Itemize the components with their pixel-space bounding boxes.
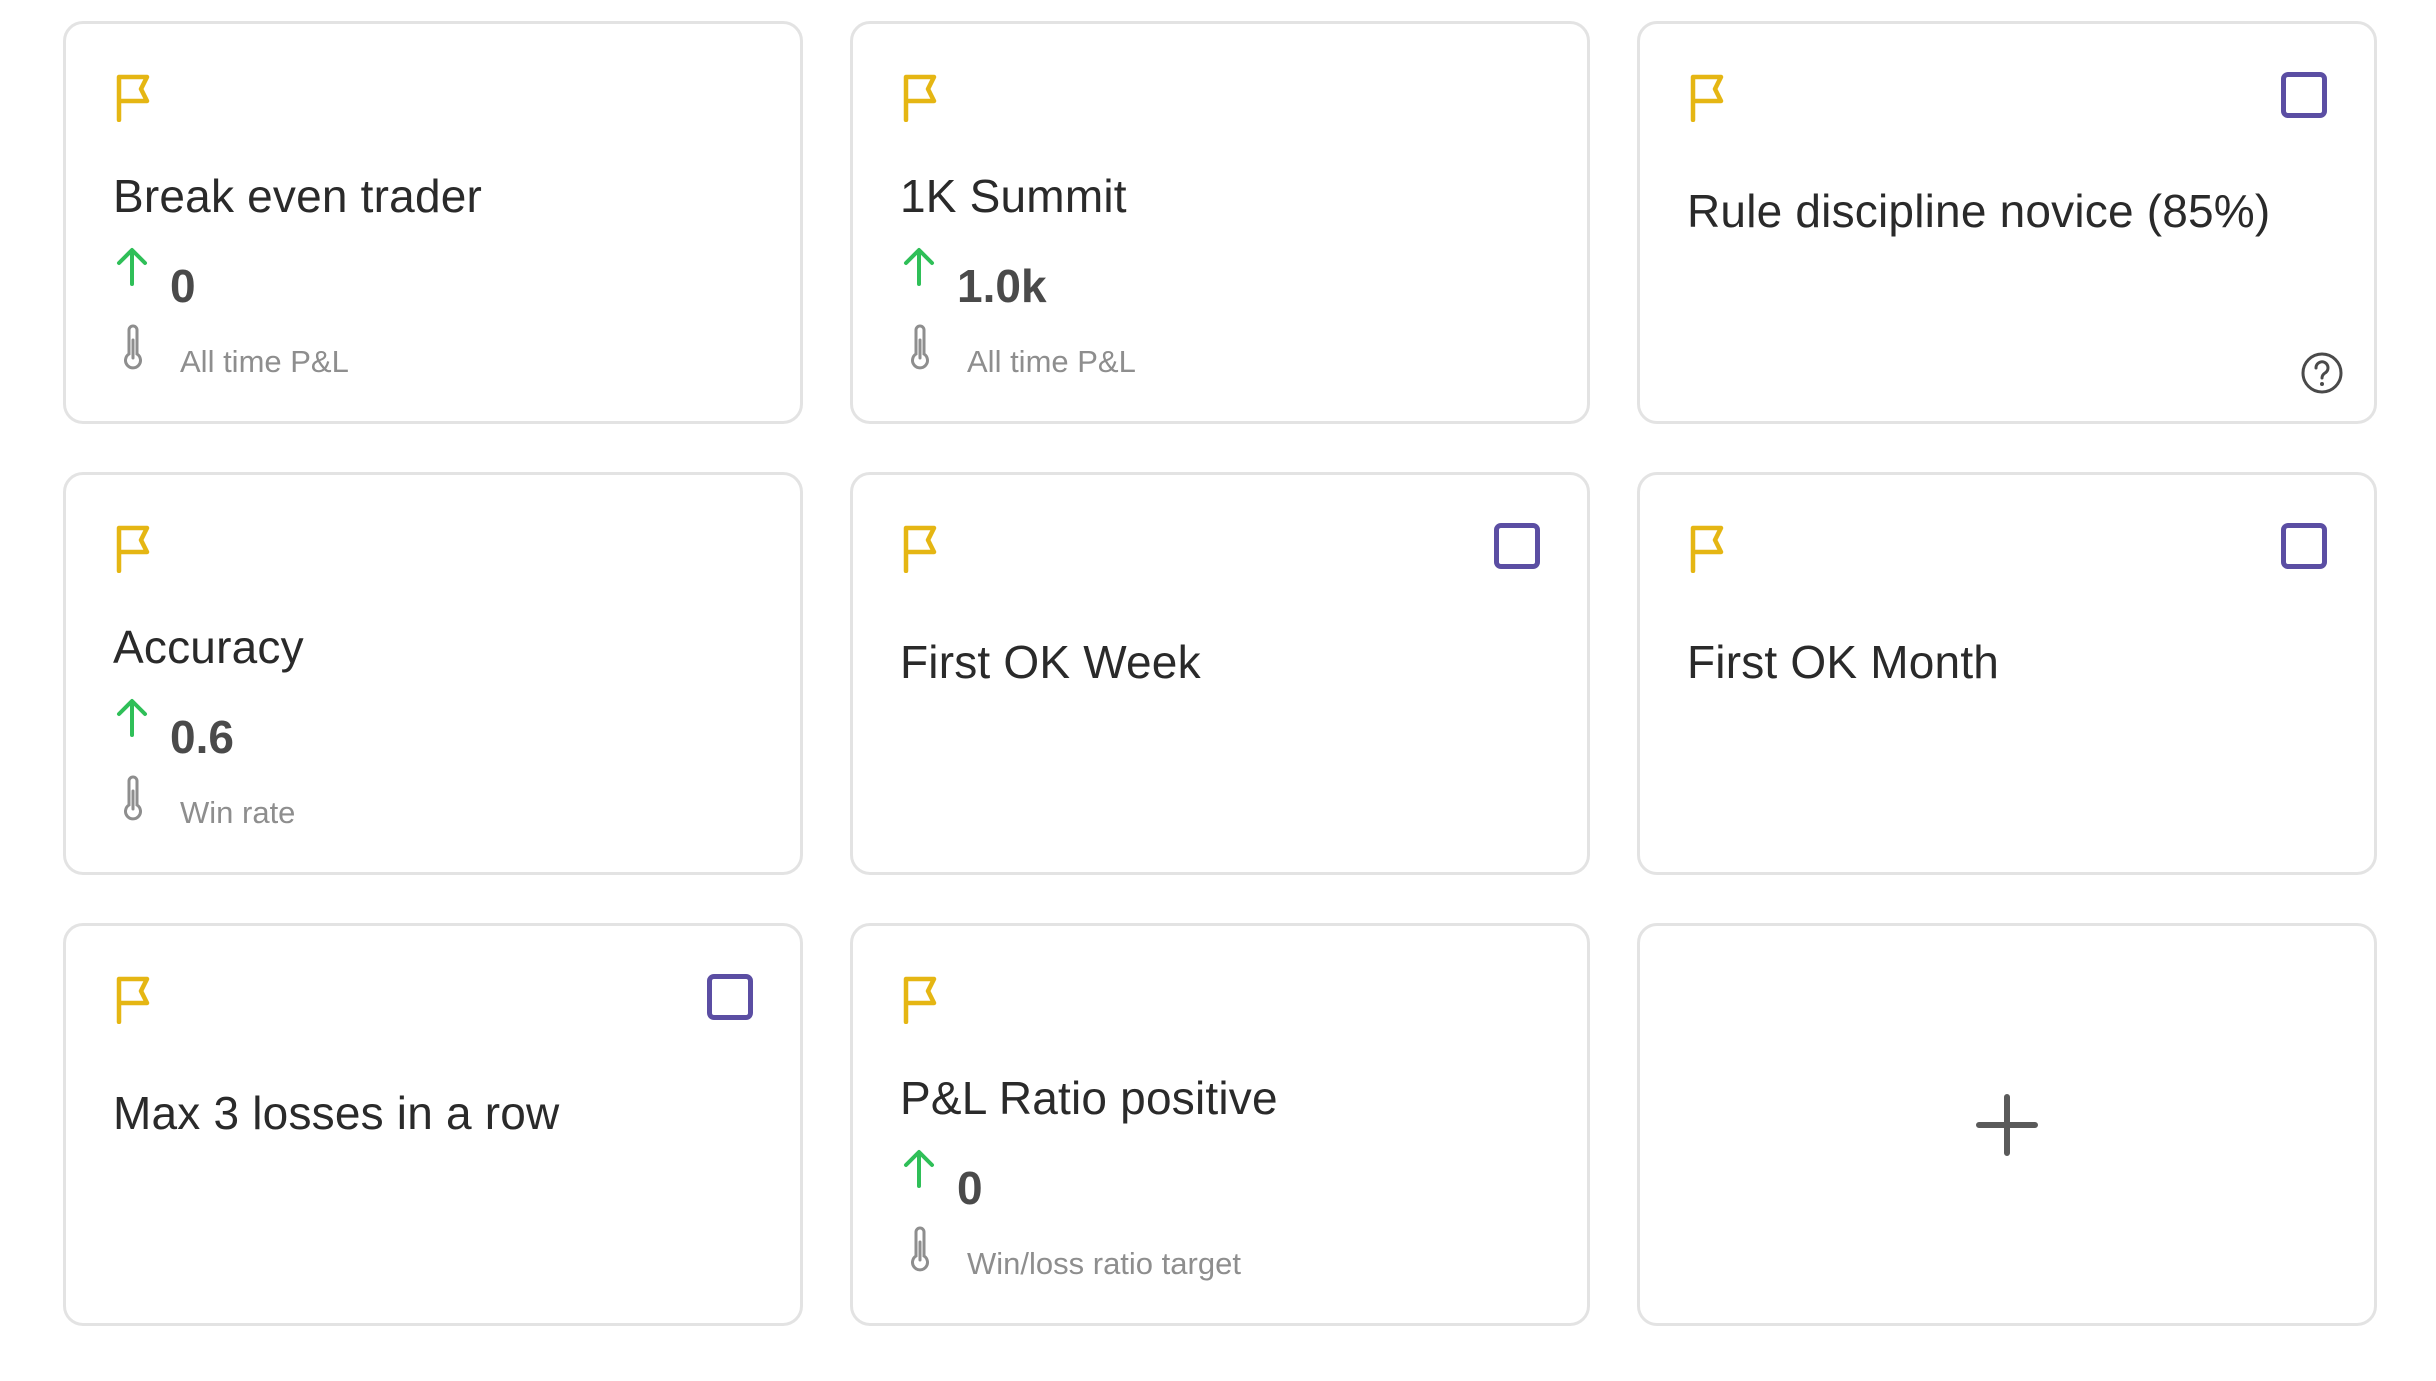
flag-icon [900, 974, 944, 1024]
goal-metric-label: All time P&L [967, 344, 1136, 379]
goal-title: First OK Week [900, 636, 1201, 688]
goal-title: 1K Summit [900, 170, 1127, 222]
goal-metric-label: All time P&L [180, 344, 349, 379]
goal-metric-label: Win/loss ratio target [967, 1246, 1241, 1281]
goal-value: 1.0k [957, 260, 1047, 312]
arrow-up-icon [114, 697, 150, 737]
goal-checkbox[interactable] [2281, 523, 2327, 569]
goal-value: 0 [170, 260, 196, 312]
goal-checkbox[interactable] [2281, 72, 2327, 118]
goal-card-first-ok-week[interactable]: First OK Week [850, 472, 1590, 875]
plus-icon [1976, 1093, 2038, 1156]
thermometer-icon [909, 324, 931, 370]
goal-card-max-3-losses[interactable]: Max 3 losses in a row [63, 923, 803, 1326]
goal-checkbox[interactable] [707, 974, 753, 1020]
goal-title: Rule discipline novice (85%) [1687, 185, 2271, 237]
goal-title: P&L Ratio positive [900, 1072, 1278, 1124]
goal-value: 0.6 [170, 711, 234, 763]
flag-icon [1687, 72, 1731, 122]
flag-icon [900, 523, 944, 573]
goal-metric-label: Win rate [180, 795, 296, 830]
goal-title: Max 3 losses in a row [113, 1087, 560, 1139]
flag-icon [1687, 523, 1731, 573]
arrow-up-icon [901, 246, 937, 286]
goal-card-first-ok-month[interactable]: First OK Month [1637, 472, 2377, 875]
goal-card-break-even-trader[interactable]: Break even trader 0 All time P&L [63, 21, 803, 424]
goal-title: First OK Month [1687, 636, 2000, 688]
goal-title: Accuracy [113, 621, 304, 673]
goal-card-rule-discipline-novice[interactable]: Rule discipline novice (85%) [1637, 21, 2377, 424]
goal-checkbox[interactable] [1494, 523, 1540, 569]
thermometer-icon [122, 775, 144, 821]
flag-icon [113, 523, 157, 573]
goal-card-pl-ratio-positive[interactable]: P&L Ratio positive 0 Win/loss ratio targ… [850, 923, 1590, 1326]
thermometer-icon [122, 324, 144, 370]
thermometer-icon [909, 1226, 931, 1272]
flag-icon [113, 974, 157, 1024]
goals-grid: Break even trader 0 All time P&L 1K Summ… [63, 21, 2377, 1326]
goal-value: 0 [957, 1162, 983, 1214]
goal-card-1k-summit[interactable]: 1K Summit 1.0k All time P&L [850, 21, 1590, 424]
goal-title: Break even trader [113, 170, 483, 222]
flag-icon [113, 72, 157, 122]
flag-icon [900, 72, 944, 122]
question-circle-icon[interactable] [2299, 350, 2345, 396]
arrow-up-icon [901, 1148, 937, 1188]
arrow-up-icon [114, 246, 150, 286]
add-goal-button[interactable] [1637, 923, 2377, 1326]
goal-card-accuracy[interactable]: Accuracy 0.6 Win rate [63, 472, 803, 875]
